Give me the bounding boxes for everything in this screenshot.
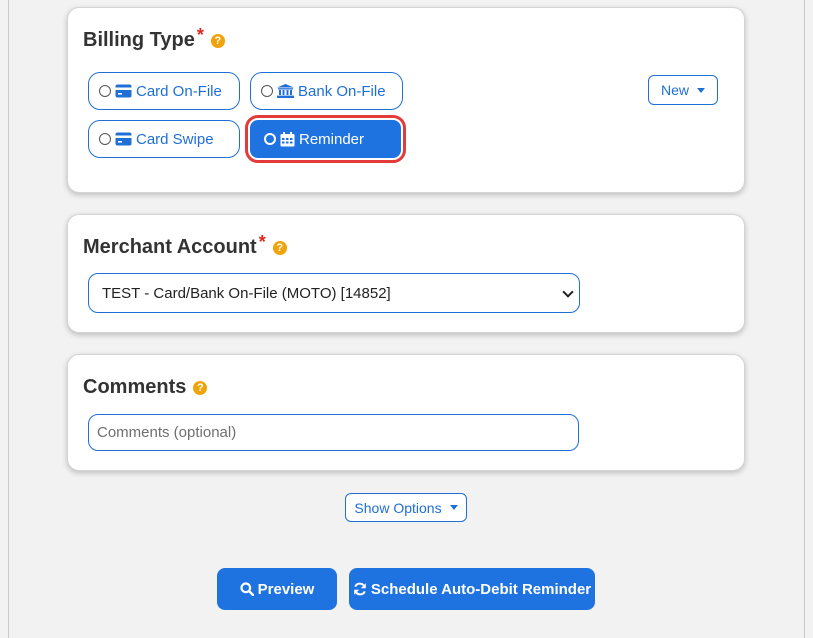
- billing-option-label: Card Swipe: [136, 130, 214, 148]
- required-marker: *: [258, 232, 266, 252]
- new-button[interactable]: New: [648, 75, 718, 105]
- merchant-account-card: Merchant Account * ? TEST - Card/Bank On…: [67, 214, 745, 333]
- billing-option-card-on-file[interactable]: Card On-File: [88, 72, 240, 110]
- preview-button[interactable]: Preview: [217, 568, 337, 610]
- merchant-account-selected: TEST - Card/Bank On-File (MOTO) [14852]: [102, 284, 391, 302]
- new-button-label: New: [660, 82, 689, 98]
- show-options-button[interactable]: Show Options: [345, 493, 467, 522]
- calendar-icon: [280, 131, 295, 146]
- merchant-account-select[interactable]: TEST - Card/Bank On-File (MOTO) [14852]: [88, 273, 580, 313]
- help-icon[interactable]: ?: [210, 33, 225, 48]
- schedule-reminder-button[interactable]: Schedule Auto-Debit Reminder: [349, 568, 595, 610]
- comments-title: Comments: [83, 376, 187, 398]
- radio-icon[interactable]: [99, 133, 111, 145]
- credit-card-icon: [115, 84, 132, 98]
- show-options-label: Show Options: [354, 499, 442, 516]
- billing-option-card-swipe[interactable]: Card Swipe: [88, 120, 240, 158]
- refresh-icon: [354, 582, 366, 596]
- caret-down-icon: [697, 87, 705, 93]
- bank-icon: [277, 84, 294, 98]
- radio-icon[interactable]: [99, 85, 111, 97]
- billing-type-card: Billing Type * ? Card On-File Bank On-Fi…: [67, 7, 745, 193]
- comments-input[interactable]: [88, 414, 579, 451]
- billing-option-bank-on-file[interactable]: Bank On-File: [250, 72, 403, 110]
- billing-option-label: Card On-File: [136, 82, 222, 100]
- chevron-down-icon: [562, 286, 574, 298]
- merchant-account-title: Merchant Account: [83, 236, 257, 258]
- help-icon[interactable]: ?: [272, 240, 287, 255]
- billing-type-title: Billing Type: [83, 29, 195, 51]
- merchant-account-heading: Merchant Account * ?: [83, 232, 287, 259]
- billing-option-label: Reminder: [299, 130, 365, 148]
- preview-label: Preview: [257, 580, 315, 598]
- radio-icon[interactable]: [261, 85, 273, 97]
- search-icon: [240, 582, 254, 596]
- radio-icon[interactable]: [264, 133, 276, 145]
- billing-type-heading: Billing Type * ?: [83, 25, 225, 52]
- credit-card-icon: [115, 132, 132, 146]
- required-marker: *: [196, 25, 204, 45]
- help-icon[interactable]: ?: [193, 380, 208, 395]
- schedule-reminder-label: Schedule Auto-Debit Reminder: [370, 580, 592, 598]
- comments-heading: Comments ?: [83, 376, 208, 399]
- billing-option-reminder[interactable]: Reminder: [245, 115, 406, 163]
- caret-down-icon: [449, 505, 458, 510]
- comments-card: Comments ?: [67, 354, 745, 471]
- billing-option-label: Bank On-File: [298, 82, 386, 100]
